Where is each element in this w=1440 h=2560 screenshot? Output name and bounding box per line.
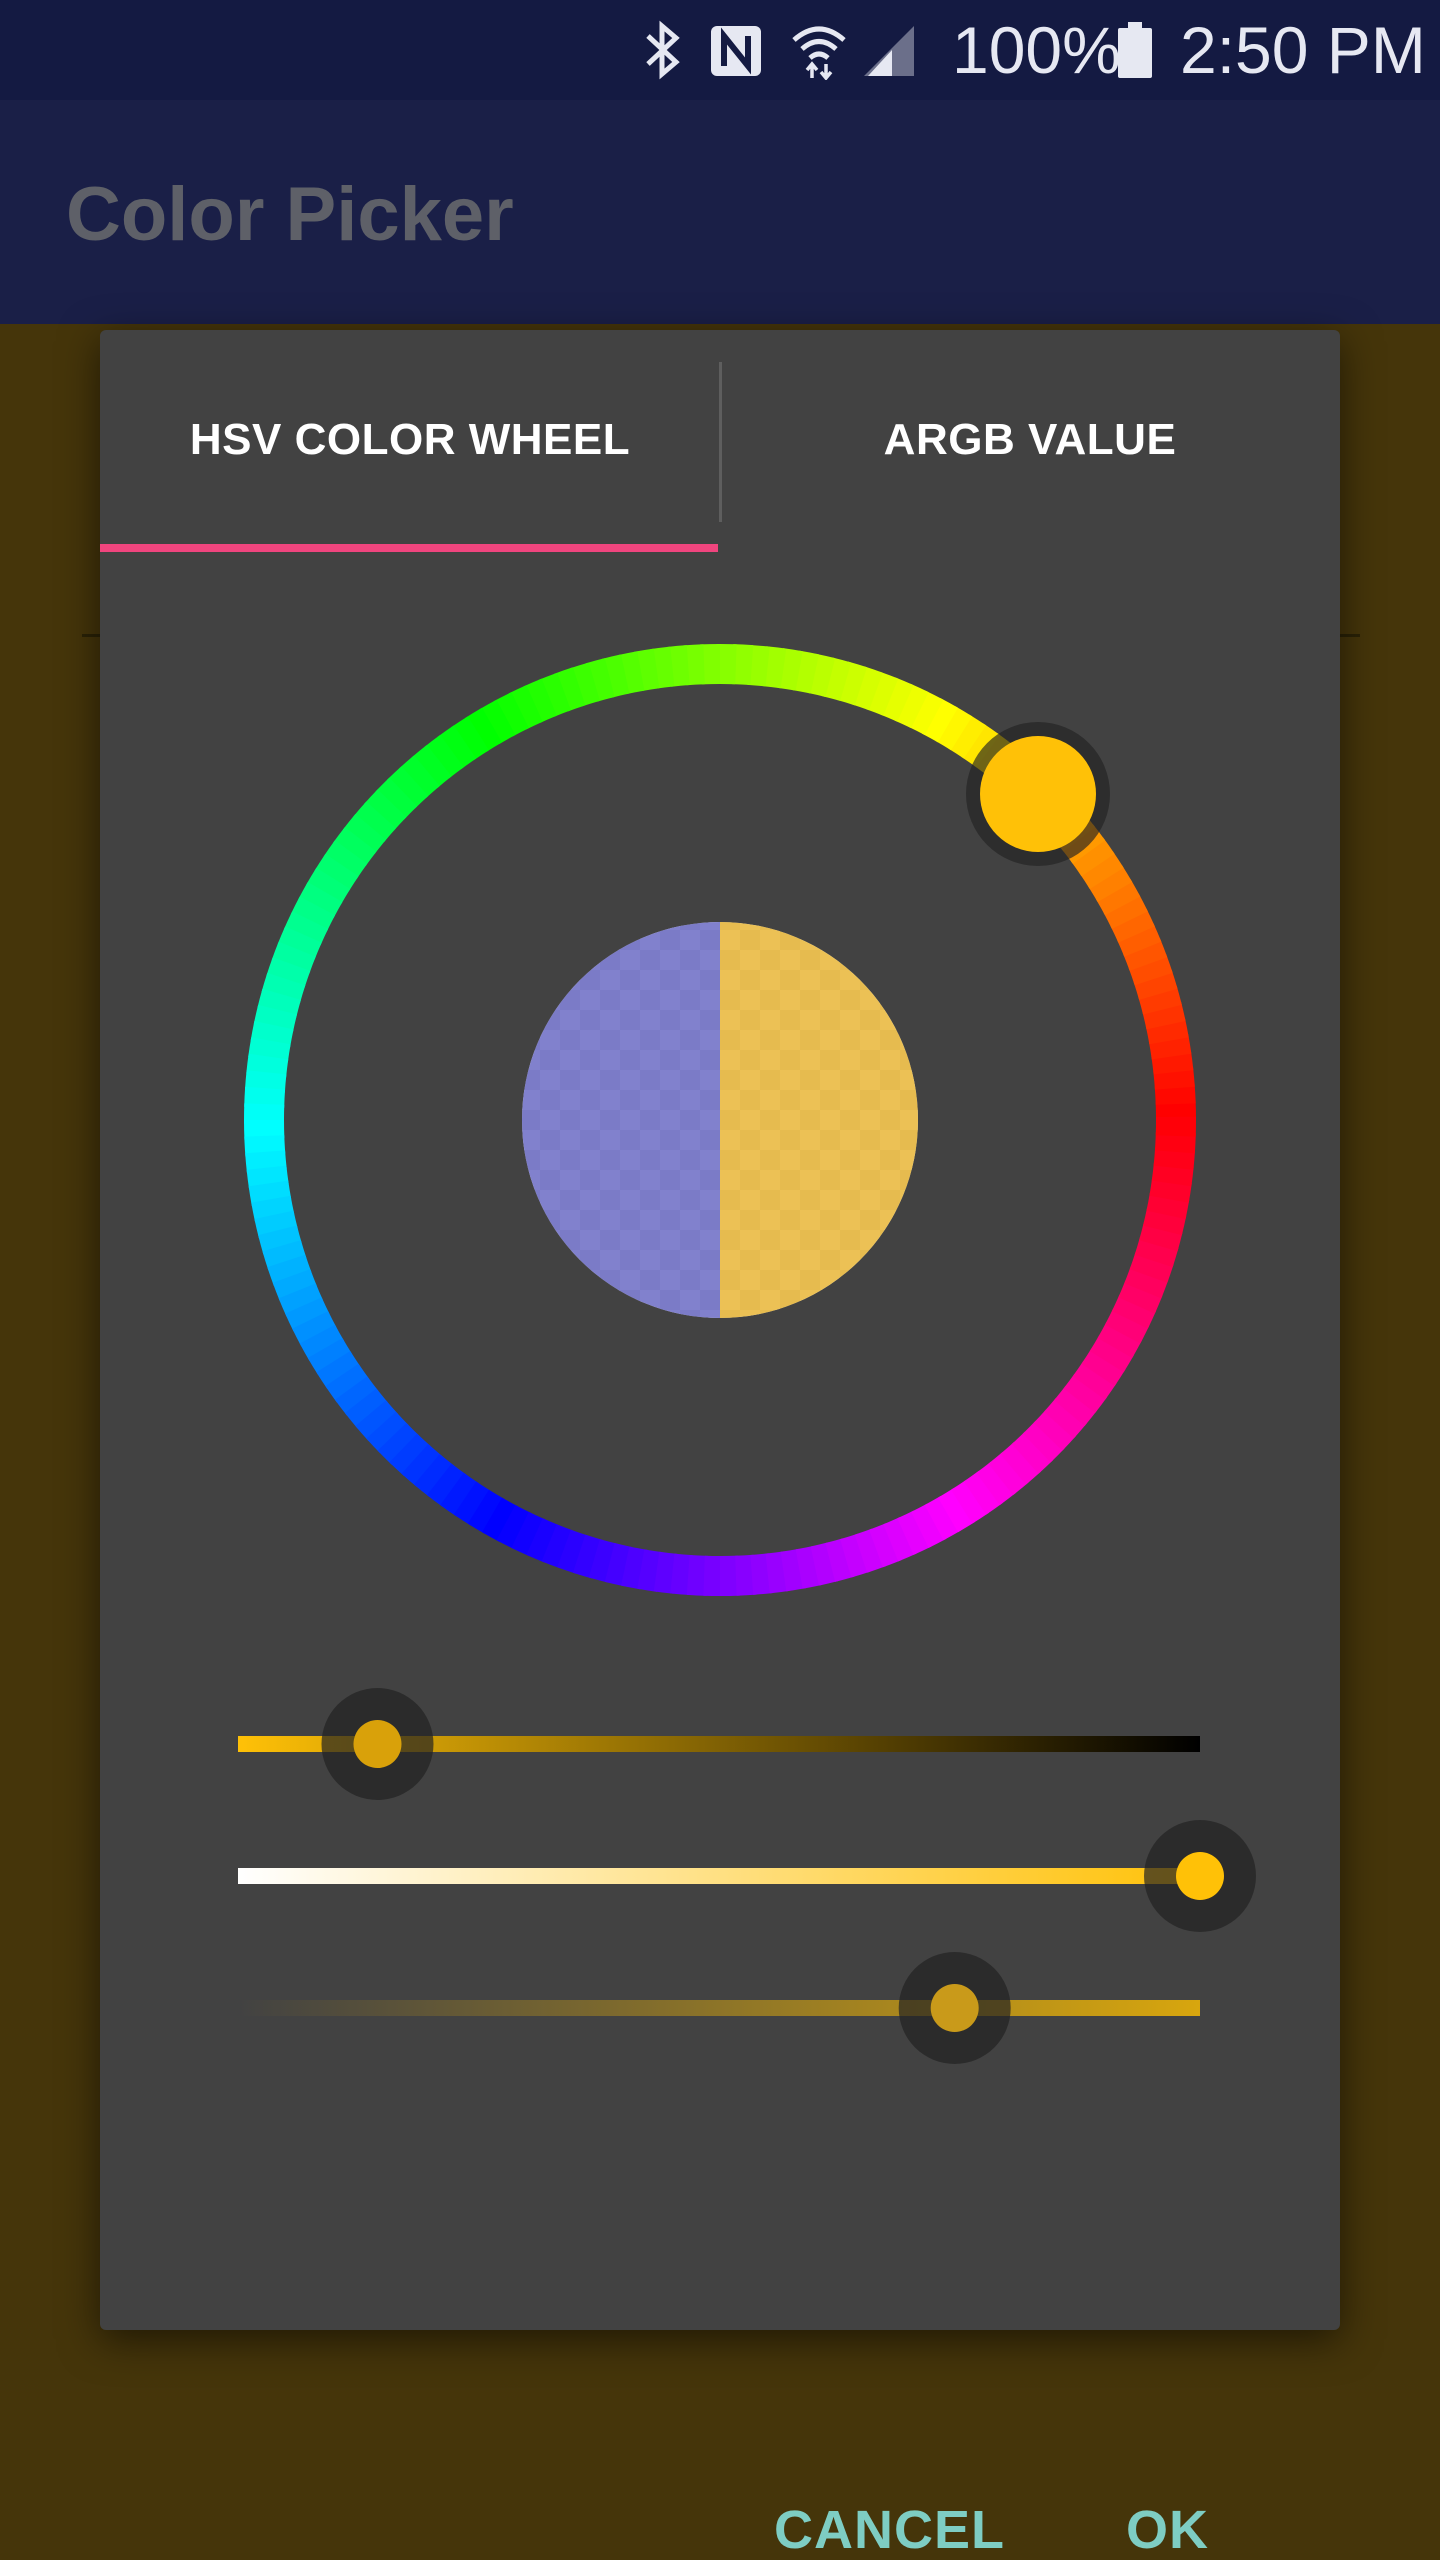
value-slider-thumb[interactable]: [353, 1720, 402, 1768]
nfc-icon: [711, 26, 761, 76]
cancel-button[interactable]: CANCEL: [774, 2500, 1005, 2560]
battery-icon: [1118, 22, 1152, 78]
alpha-slider-thumb[interactable]: [930, 1984, 979, 2032]
page-title: Color Picker: [66, 172, 514, 257]
color-preview: [522, 922, 918, 1318]
saturation-slider[interactable]: [238, 1820, 1256, 1932]
bluetooth-icon: [646, 20, 680, 80]
color-wheel-panel: [238, 644, 1256, 2064]
saturation-slider-track: [238, 1868, 1200, 1884]
wifi-icon: [792, 26, 846, 80]
ok-button[interactable]: OK: [1126, 2500, 1209, 2560]
hue-thumb[interactable]: [966, 722, 1110, 866]
clock: 2:50 PM: [1180, 13, 1426, 87]
saturation-slider-thumb[interactable]: [1176, 1852, 1224, 1900]
battery-percent: 100%: [952, 13, 1121, 87]
value-slider[interactable]: [238, 1688, 1200, 1800]
alpha-slider-track: [238, 2000, 1200, 2016]
app-bar: Color Picker: [0, 100, 1440, 324]
color-picker-dialog: HSV COLOR WHEEL ARGB VALUE CANCEL OK: [100, 330, 1340, 2560]
status-bar: 100% 2:50 PM: [0, 0, 1440, 100]
alpha-slider[interactable]: [238, 1952, 1200, 2064]
signal-icon: [864, 26, 914, 76]
